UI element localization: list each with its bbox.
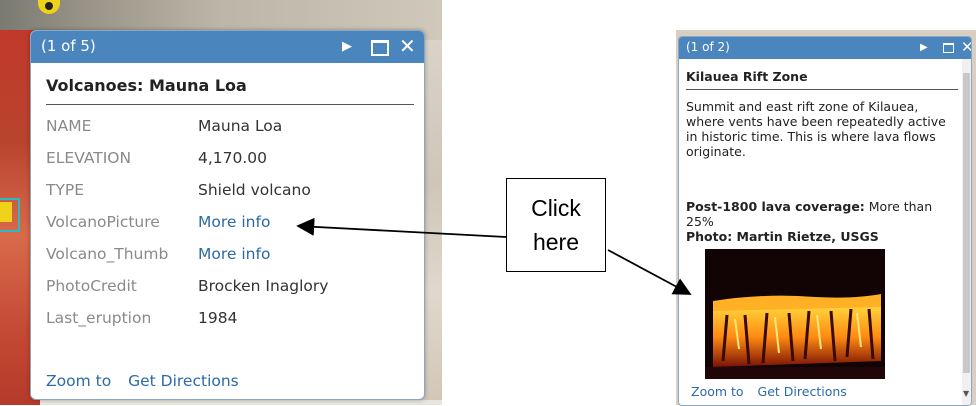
click-here-callout: Click here xyxy=(506,178,606,272)
arrow-to-more-info xyxy=(296,217,507,238)
callout-line-2: here xyxy=(532,229,580,255)
annotation-arrows xyxy=(296,217,692,295)
callout-line-1: Click xyxy=(531,195,581,221)
arrow-to-photo xyxy=(607,249,692,295)
